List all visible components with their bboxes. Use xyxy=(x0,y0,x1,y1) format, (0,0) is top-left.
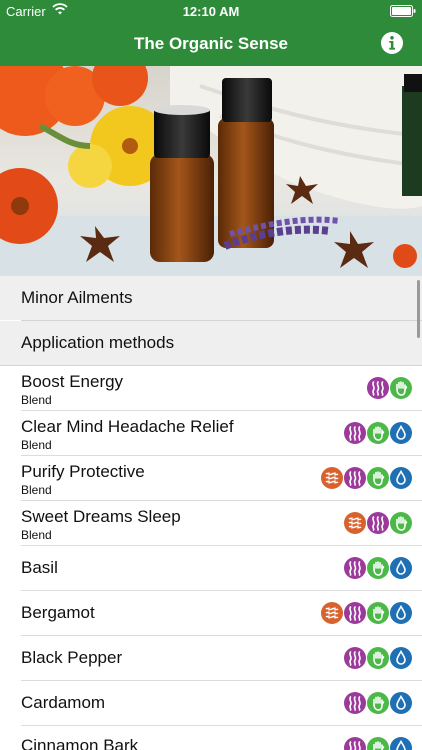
droplet-icon xyxy=(390,557,412,579)
droplet-icon xyxy=(390,737,412,750)
droplet-icon xyxy=(390,647,412,669)
hand-icon xyxy=(390,377,412,399)
aromatic-waves-icon xyxy=(344,692,366,714)
item-name: Cinnamon Bark xyxy=(21,736,139,750)
method-icons xyxy=(344,422,412,444)
aromatic-waves-icon xyxy=(344,647,366,669)
method-icons xyxy=(344,647,412,669)
item-name: Clear Mind Headache Relief xyxy=(21,417,234,436)
status-bar: Carrier 12:10 AM xyxy=(0,0,422,22)
hand-icon xyxy=(367,647,389,669)
method-icons xyxy=(344,737,412,750)
method-icons xyxy=(321,467,412,489)
hand-icon xyxy=(367,422,389,444)
item-name: Bergamot xyxy=(21,603,95,622)
method-icons xyxy=(321,602,412,624)
hand-icon xyxy=(367,692,389,714)
battery-icon xyxy=(390,5,416,20)
list-item[interactable]: Clear Mind Headache Relief Blend xyxy=(0,411,422,456)
list-item[interactable]: Black Pepper xyxy=(0,636,422,681)
dilute-pattern-icon xyxy=(321,602,343,624)
list-item[interactable]: Cinnamon Bark xyxy=(0,726,422,750)
hand-icon xyxy=(367,557,389,579)
info-icon[interactable] xyxy=(380,31,404,55)
method-icons xyxy=(367,377,412,399)
item-name: Cardamom xyxy=(21,693,106,712)
item-subtitle: Blend xyxy=(21,438,52,452)
list-item[interactable]: Purify Protective Blend xyxy=(0,456,422,501)
item-subtitle: Blend xyxy=(21,483,52,497)
item-name: Sweet Dreams Sleep xyxy=(21,507,181,526)
list-item[interactable]: Basil xyxy=(0,546,422,591)
droplet-icon xyxy=(390,422,412,444)
aromatic-waves-icon xyxy=(344,422,366,444)
navigation-bar: The Organic Sense xyxy=(0,22,422,66)
hero-essential-oils-image xyxy=(0,66,422,276)
aromatic-waves-icon xyxy=(344,467,366,489)
item-name: Basil xyxy=(21,558,58,577)
aromatic-waves-icon xyxy=(344,737,366,750)
hand-icon xyxy=(367,602,389,624)
hand-icon xyxy=(367,737,389,750)
aromatic-waves-icon xyxy=(344,557,366,579)
section-label: Application methods xyxy=(21,333,175,352)
item-subtitle: Blend xyxy=(21,528,52,542)
dilute-pattern-icon xyxy=(321,467,343,489)
list-item[interactable]: Sweet Dreams Sleep Blend xyxy=(0,501,422,546)
section-minor-ailments[interactable]: Minor Ailments xyxy=(0,276,422,320)
droplet-icon xyxy=(390,602,412,624)
droplet-icon xyxy=(390,467,412,489)
aromatic-waves-icon xyxy=(367,377,389,399)
hand-icon xyxy=(367,467,389,489)
item-name: Black Pepper xyxy=(21,648,123,667)
item-subtitle: Blend xyxy=(21,393,52,407)
droplet-icon xyxy=(390,692,412,714)
item-name: Purify Protective xyxy=(21,462,145,481)
aromatic-waves-icon xyxy=(344,602,366,624)
scroll-indicator[interactable] xyxy=(417,280,420,338)
list-item[interactable]: Cardamom xyxy=(0,681,422,726)
status-time: 12:10 AM xyxy=(182,4,240,19)
dilute-pattern-icon xyxy=(344,512,366,534)
page-title: The Organic Sense xyxy=(134,34,288,53)
hand-icon xyxy=(390,512,412,534)
section-application-methods[interactable]: Application methods xyxy=(0,321,422,365)
method-icons xyxy=(344,692,412,714)
aromatic-waves-icon xyxy=(367,512,389,534)
list-item[interactable]: Boost Energy Blend xyxy=(0,366,422,411)
section-label: Minor Ailments xyxy=(21,288,133,307)
method-icons xyxy=(344,512,412,534)
list-item[interactable]: Bergamot xyxy=(0,591,422,636)
method-icons xyxy=(344,557,412,579)
item-name: Boost Energy xyxy=(21,372,124,391)
